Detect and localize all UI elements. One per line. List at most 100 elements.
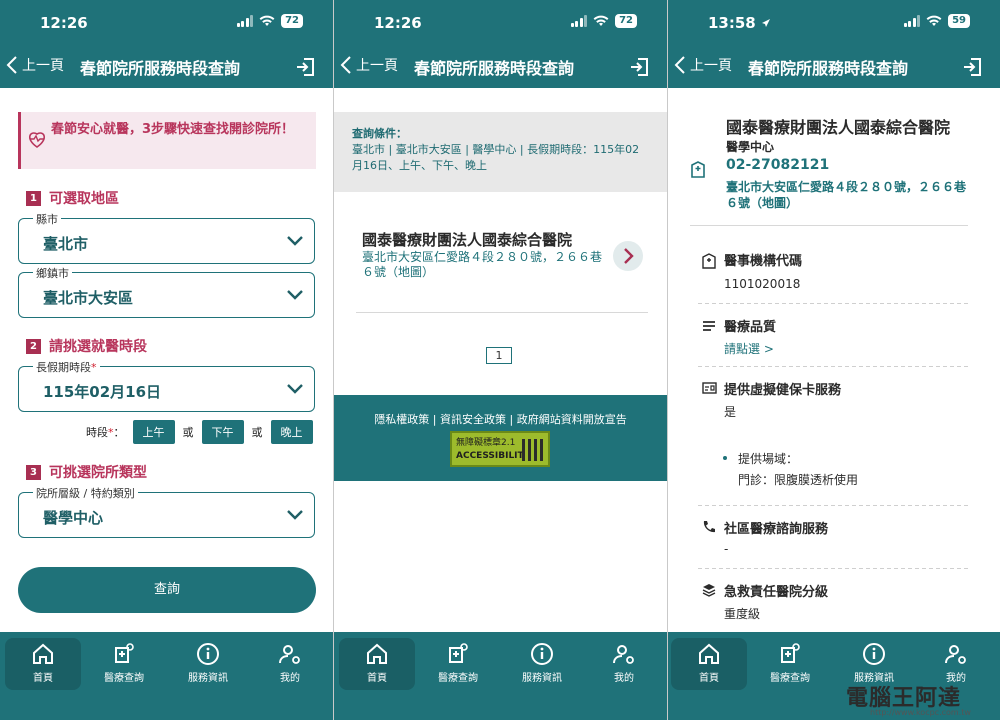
emergency-label: 急救責任醫院分級 bbox=[724, 585, 829, 600]
query-button[interactable]: 查詢 bbox=[18, 567, 316, 613]
nav-bar: 上一頁 春節院所服務時段查詢 bbox=[668, 46, 1000, 88]
divider bbox=[690, 225, 968, 226]
county-select[interactable]: 縣市 臺北市 bbox=[18, 211, 315, 264]
step-title: 請挑選就醫時段 bbox=[49, 339, 147, 355]
status-bar: 12:26 72 bbox=[334, 0, 667, 46]
tab-home[interactable]: 首頁 bbox=[339, 638, 415, 690]
query-conditions: 查詢條件： 臺北市 | 臺北市大安區 | 醫學中心 | 長假期時段：115年02… bbox=[334, 112, 667, 192]
back-button[interactable]: 上一頁 bbox=[6, 55, 64, 75]
badge-title: 無障礙標章2.1 bbox=[456, 438, 516, 448]
divider bbox=[356, 312, 648, 313]
info-icon bbox=[863, 643, 885, 665]
status-bar: 12:26 72 bbox=[0, 0, 333, 46]
page-title: 春節院所服務時段查詢 bbox=[80, 59, 241, 78]
tab-label: 醫療查詢 bbox=[104, 673, 144, 684]
logout-icon[interactable] bbox=[629, 56, 651, 78]
status-icons: 59 bbox=[903, 14, 970, 28]
status-icons: 72 bbox=[570, 14, 637, 28]
page-title: 春節院所服務時段查詢 bbox=[748, 59, 909, 78]
wifi-icon bbox=[259, 15, 275, 26]
bottom-tab-bar: 首頁 醫療查詢 服務資訊 我的 bbox=[334, 632, 667, 720]
list-icon bbox=[703, 321, 715, 331]
tab-medical-search[interactable]: 醫療查詢 bbox=[86, 638, 162, 690]
divider bbox=[698, 568, 968, 569]
hospital-name: 國泰醫療財團法人國泰綜合醫院 bbox=[362, 231, 573, 249]
banner-text: 春節安心就醫，3步驟快速查找開診院所！ bbox=[51, 122, 295, 137]
tab-service-info[interactable]: 服務資訊 bbox=[504, 638, 580, 690]
badge-subtitle: ACCESSIBILITY bbox=[456, 451, 531, 461]
period-row: 時段*： 上午 或 下午 或 晚上 bbox=[86, 420, 313, 444]
tab-my-account[interactable]: 我的 bbox=[586, 638, 662, 690]
step-3-heading: 3 可挑選院所類型 bbox=[26, 462, 147, 482]
tab-label: 首頁 bbox=[367, 673, 387, 684]
back-label: 上一頁 bbox=[22, 58, 64, 74]
tab-medical-search[interactable]: 醫療查詢 bbox=[752, 638, 828, 690]
divider bbox=[698, 366, 968, 367]
hospital-phone[interactable]: 02-27082121 bbox=[726, 157, 829, 173]
home-icon bbox=[367, 643, 387, 664]
venue-label: 提供場域： bbox=[738, 452, 799, 466]
detail-screen: 13:58 59 上一頁 春節院所服務時段查詢 國泰醫療財團法人國泰綜合醫院 醫… bbox=[668, 0, 1000, 720]
period-morning-button[interactable]: 上午 bbox=[132, 420, 175, 444]
page-1-button[interactable]: 1 bbox=[486, 347, 512, 364]
medical-search-icon bbox=[115, 643, 134, 663]
chevron-left-icon bbox=[674, 56, 685, 74]
step-title: 可選取地區 bbox=[49, 191, 119, 207]
info-icon bbox=[531, 643, 553, 665]
id-card-icon bbox=[702, 382, 717, 394]
hospital-address[interactable]: 臺北市大安區仁愛路４段２８０號，２６６巷６號（地圖） bbox=[726, 179, 976, 211]
user-settings-icon bbox=[613, 645, 634, 664]
wifi-icon bbox=[593, 15, 609, 26]
hospital-type: 醫學中心 bbox=[726, 140, 775, 154]
step-number: 3 bbox=[26, 464, 41, 480]
wifi-icon bbox=[926, 15, 942, 26]
battery-indicator: 72 bbox=[615, 14, 637, 28]
district-value: 臺北市大安區 bbox=[43, 289, 134, 307]
tab-service-info[interactable]: 服務資訊 bbox=[170, 638, 246, 690]
bullet-icon bbox=[723, 456, 727, 460]
tab-home[interactable]: 首頁 bbox=[5, 638, 81, 690]
date-select[interactable]: 長假期時段* 115年02月16日 bbox=[18, 359, 315, 412]
tab-medical-search[interactable]: 醫療查詢 bbox=[420, 638, 496, 690]
heart-pulse-icon bbox=[29, 132, 45, 148]
tab-label: 醫療查詢 bbox=[770, 673, 810, 684]
battery-indicator: 59 bbox=[948, 14, 970, 28]
venue-value: 門診：限腹膜透析使用 bbox=[738, 473, 859, 487]
back-button[interactable]: 上一頁 bbox=[340, 55, 398, 75]
user-settings-icon bbox=[945, 645, 966, 664]
period-afternoon-button[interactable]: 下午 bbox=[201, 420, 244, 444]
facility-type-select[interactable]: 院所層級 / 特約類別 醫學中心 bbox=[18, 485, 315, 538]
back-button[interactable]: 上一頁 bbox=[674, 55, 732, 75]
site-footer: 隱私權政策 | 資訊安全政策 | 政府網站資料開放宣告 無障礙標章2.1 ACC… bbox=[334, 395, 667, 481]
hospital-address[interactable]: 臺北市大安區仁愛路４段２８０號，２６６巷６號（地圖） bbox=[362, 250, 612, 280]
tab-label: 服務資訊 bbox=[188, 673, 228, 684]
conditions-text: 臺北市 | 臺北市大安區 | 醫學中心 | 長假期時段：115年02月16日、上… bbox=[352, 143, 640, 172]
open-detail-button[interactable] bbox=[613, 241, 643, 271]
logout-icon[interactable] bbox=[295, 56, 317, 78]
status-icons: 72 bbox=[236, 14, 303, 28]
accessibility-badge[interactable]: 無障礙標章2.1 ACCESSIBILITY bbox=[450, 431, 550, 467]
step-2-heading: 2 請挑選就醫時段 bbox=[26, 336, 147, 356]
tab-my-account[interactable]: 我的 bbox=[252, 638, 328, 690]
status-time: 12:26 bbox=[374, 14, 422, 32]
quality-link[interactable]: 請點選 > bbox=[724, 340, 774, 357]
nav-bar: 上一頁 春節院所服務時段查詢 bbox=[334, 46, 667, 88]
logout-icon[interactable] bbox=[962, 56, 984, 78]
community-value: - bbox=[724, 542, 729, 556]
step-number: 2 bbox=[26, 338, 41, 354]
footer-links[interactable]: 隱私權政策 | 資訊安全政策 | 政府網站資料開放宣告 bbox=[334, 411, 667, 427]
chevron-down-icon bbox=[287, 384, 303, 394]
cellular-signal-icon bbox=[236, 15, 254, 27]
hospital-name: 國泰醫療財團法人國泰綜合醫院 bbox=[726, 118, 951, 137]
step-title: 可挑選院所類型 bbox=[49, 465, 147, 481]
tab-home[interactable]: 首頁 bbox=[671, 638, 747, 690]
chevron-down-icon bbox=[287, 236, 303, 246]
code-label: 醫事機構代碼 bbox=[724, 254, 803, 269]
date-label: 長假期時段* bbox=[33, 359, 100, 375]
facility-type-label: 院所層級 / 特約類別 bbox=[33, 485, 138, 501]
district-select[interactable]: 鄉鎮市 臺北市大安區 bbox=[18, 265, 315, 318]
period-evening-button[interactable]: 晚上 bbox=[270, 420, 313, 444]
tab-label: 我的 bbox=[614, 673, 634, 684]
step-number: 1 bbox=[26, 190, 41, 206]
hospital-building-icon bbox=[691, 161, 705, 178]
